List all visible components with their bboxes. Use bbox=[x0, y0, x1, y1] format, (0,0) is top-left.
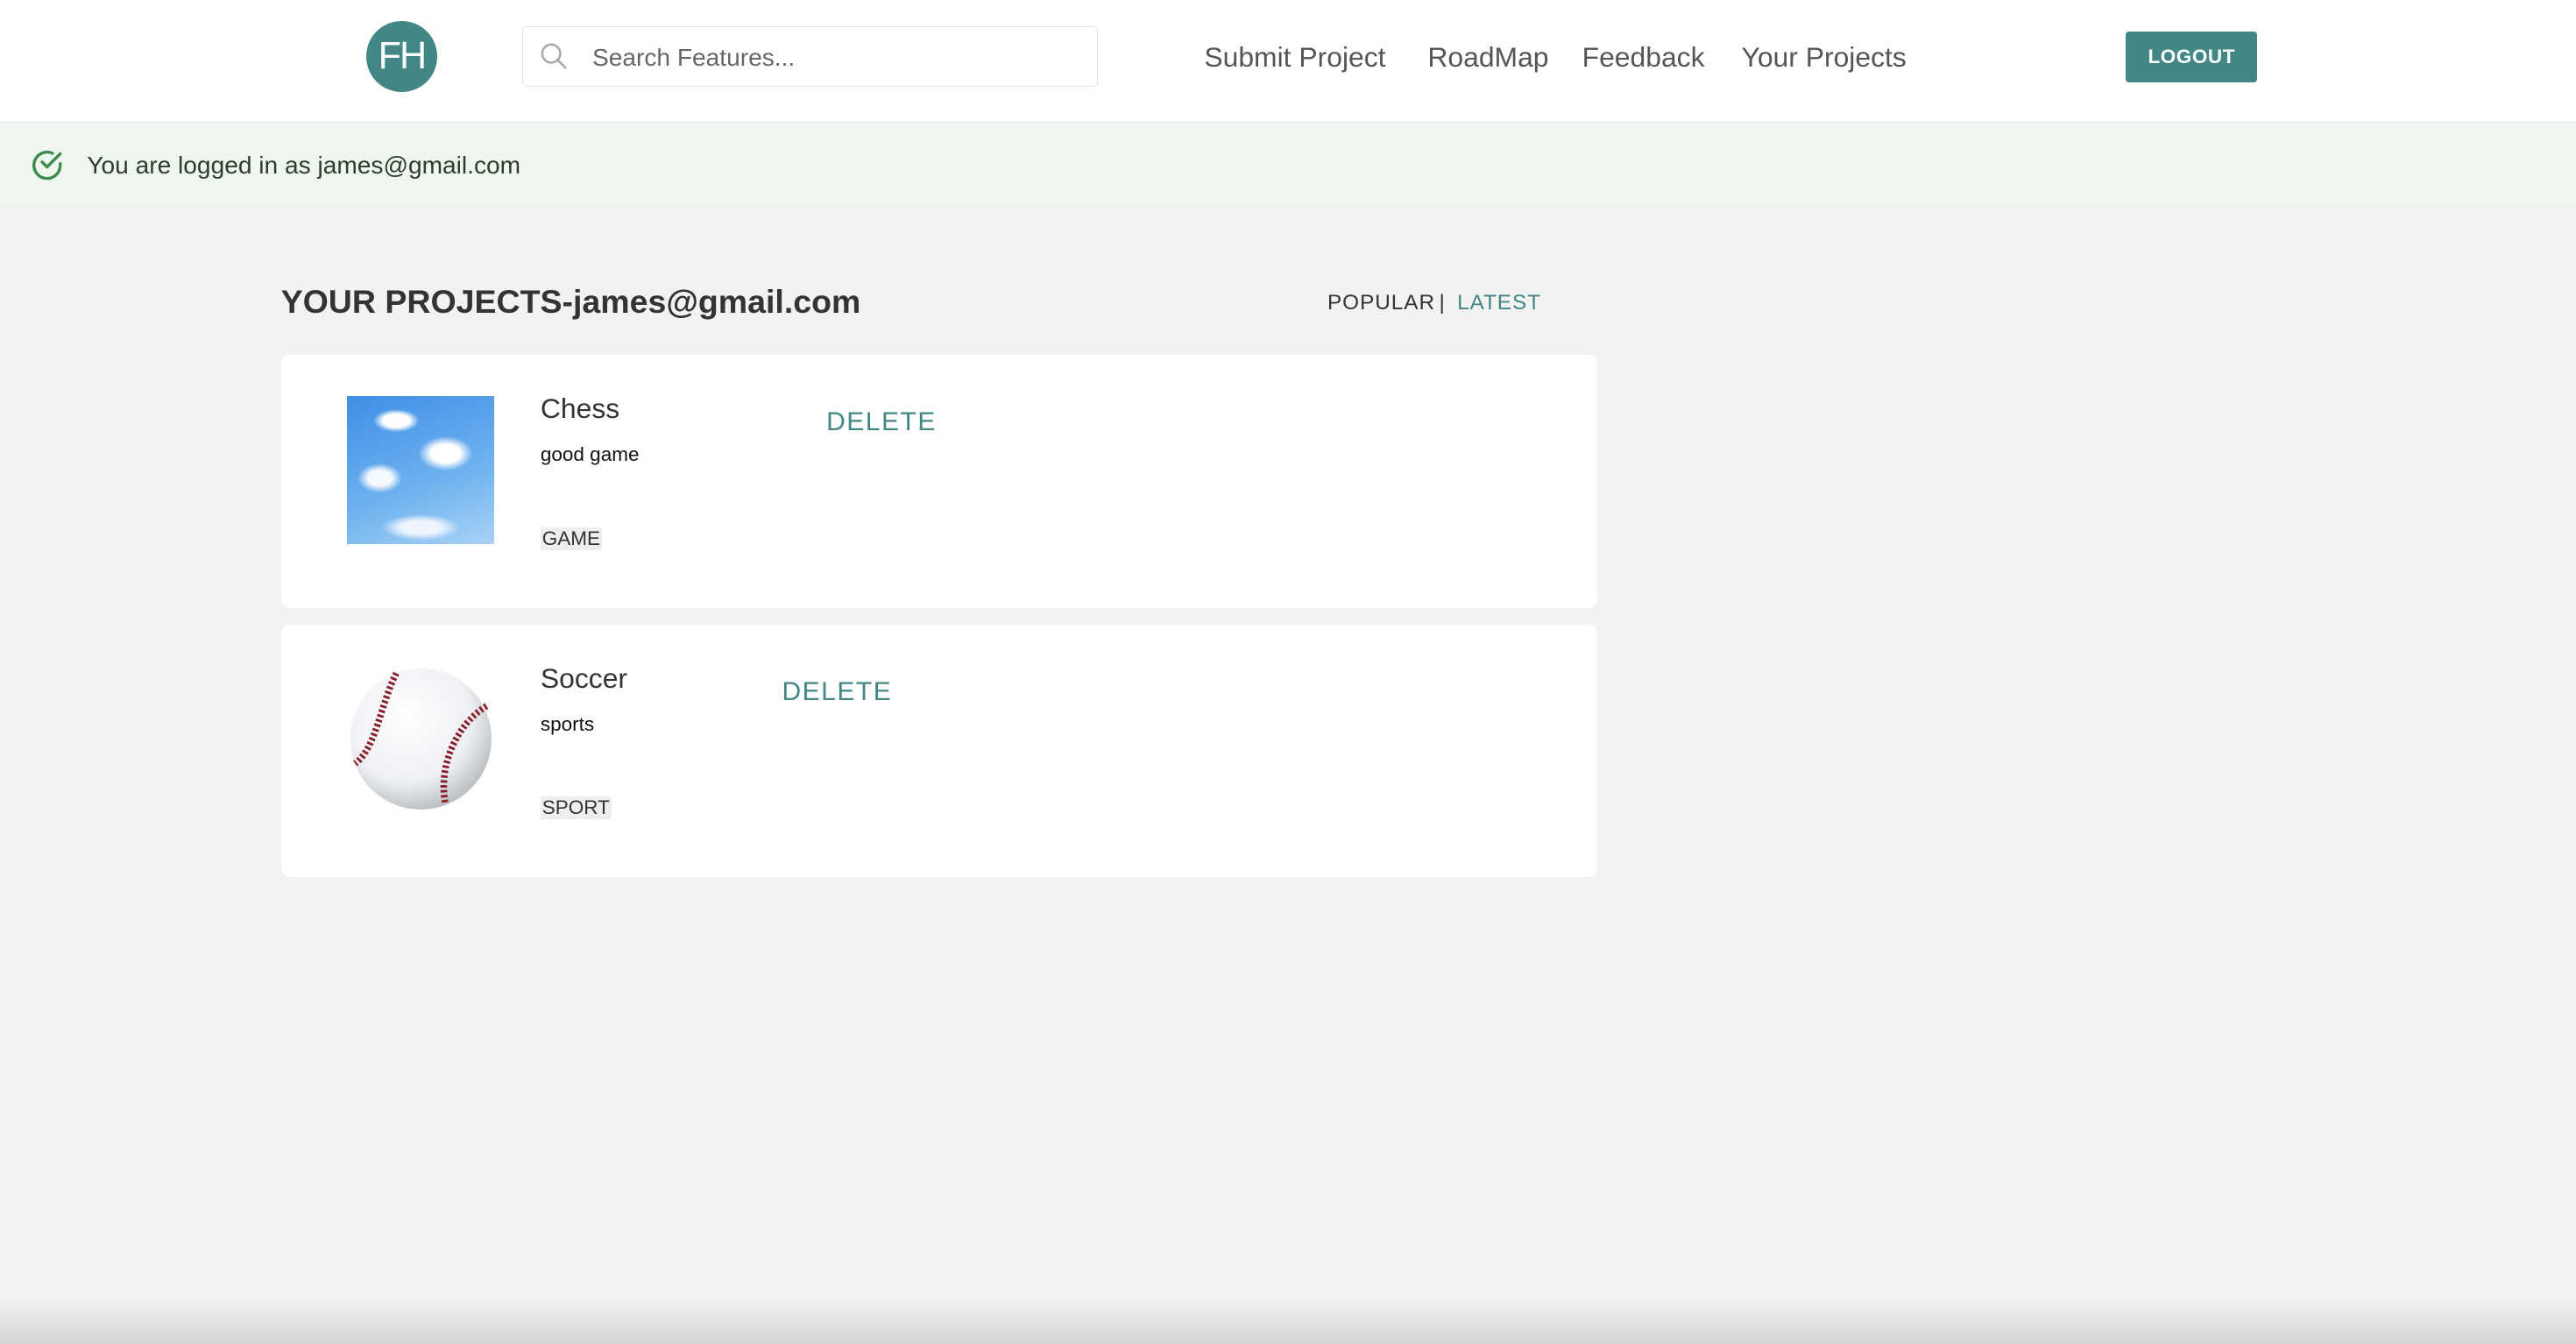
project-tag: GAME bbox=[540, 527, 602, 550]
bottom-shadow bbox=[0, 1298, 2576, 1344]
project-title: Chess bbox=[540, 393, 620, 425]
search-input[interactable] bbox=[589, 27, 1089, 88]
nav-feedback[interactable]: Feedback bbox=[1582, 41, 1705, 74]
project-card: Soccer sports SPORT DELETE bbox=[280, 624, 1597, 878]
top-nav: FH Submit Project RoadMap Feedback Your … bbox=[0, 0, 2576, 123]
delete-button[interactable]: DELETE bbox=[826, 407, 937, 437]
logout-button[interactable]: LOGOUT bbox=[2126, 31, 2258, 82]
project-image-clouds bbox=[346, 395, 495, 544]
logo[interactable]: FH bbox=[366, 21, 437, 92]
sort-separator: | bbox=[1439, 290, 1446, 315]
sort-latest[interactable]: LATEST bbox=[1457, 291, 1541, 315]
search-icon bbox=[541, 43, 567, 69]
page-title: YOUR PROJECTS-james@gmail.com bbox=[280, 282, 861, 320]
project-card: Chess good game GAME DELETE bbox=[280, 355, 1597, 608]
project-title: Soccer bbox=[540, 661, 628, 694]
delete-button[interactable]: DELETE bbox=[782, 677, 893, 707]
nav-submit-project[interactable]: Submit Project bbox=[1204, 41, 1385, 74]
nav-your-projects[interactable]: Your Projects bbox=[1742, 41, 1907, 74]
project-image-baseball bbox=[350, 668, 492, 810]
page: FH Submit Project RoadMap Feedback Your … bbox=[0, 0, 2576, 1344]
login-status-text: You are logged in as james@gmail.com bbox=[87, 151, 521, 179]
check-circle-icon bbox=[32, 150, 62, 180]
project-description: good game bbox=[540, 443, 640, 466]
project-tag: SPORT bbox=[540, 796, 612, 820]
search-box[interactable] bbox=[522, 26, 1098, 88]
nav-roadmap[interactable]: RoadMap bbox=[1427, 41, 1548, 74]
project-description: sports bbox=[540, 712, 595, 735]
sort-popular[interactable]: POPULAR bbox=[1327, 291, 1435, 315]
